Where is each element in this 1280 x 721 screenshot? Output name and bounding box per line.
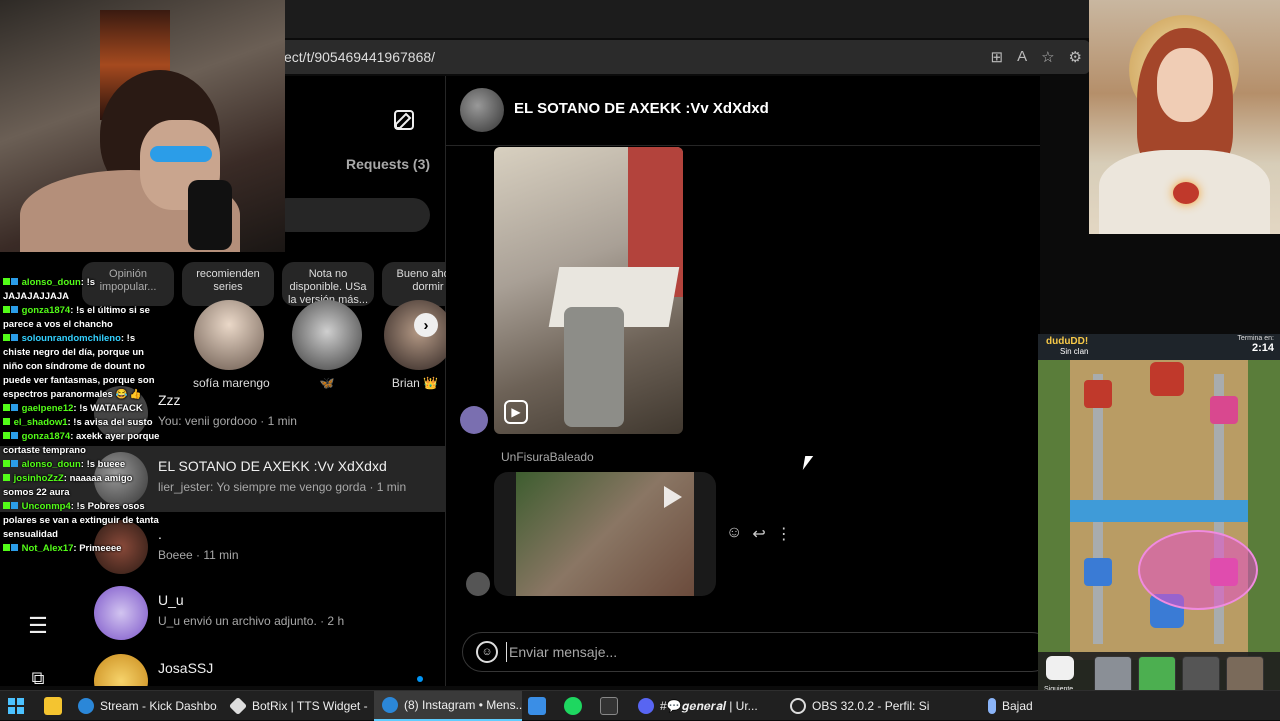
conversation-title: JosaSSJ <box>158 660 214 676</box>
address-bar-actions: ⊞ A ☆ ⚙ <box>991 48 1083 66</box>
avatar <box>94 654 148 686</box>
sender-name: UnFisuraBaleado <box>501 450 594 464</box>
story-item[interactable]: 🦋 <box>291 300 363 390</box>
match-timer: 2:14 <box>1251 342 1274 354</box>
apps-grid-icon[interactable]: ⧉ <box>26 666 50 690</box>
play-icon[interactable] <box>664 486 682 508</box>
conversation-title: Zzz <box>158 392 181 408</box>
conversation-snippet: lier_jester: Yo siempre me vengo gorda ·… <box>158 480 407 494</box>
chat-title[interactable]: EL SOTANO DE AXEKK :Vv XdXdxd <box>514 100 769 117</box>
more-options-icon[interactable]: ⋮ <box>776 524 792 544</box>
enemy-tower <box>1210 396 1238 424</box>
message-actions: ☺ ↩ ⋮ <box>726 524 792 544</box>
address-bar[interactable]: ect/t/905469441967868/ ⊞ A ☆ ⚙ <box>270 40 1090 74</box>
enemy-tower <box>1084 380 1112 408</box>
reel-attachment[interactable] <box>494 147 683 434</box>
emoji-icon[interactable]: ☺ <box>476 641 498 663</box>
emote-icon[interactable] <box>1046 656 1074 680</box>
chat-message: alonso_doun: !s JAJAJAJJAJA <box>3 277 96 302</box>
taskbar-item-instagram[interactable]: (8) Instagram • Mens... <box>374 691 522 721</box>
chat-message: josinhoZzZ: naaaaa amigo somos 22 aura <box>3 473 133 498</box>
avatar <box>194 300 264 370</box>
taskbar: Stream - Kick Dashbo... BotRix | TTS Wid… <box>0 690 1280 721</box>
message-input[interactable] <box>506 642 1006 662</box>
mail-icon[interactable] <box>528 691 552 721</box>
chat-message: el_shadow1: !s avisa del susto <box>0 416 160 430</box>
webcam-overlay <box>0 0 285 252</box>
search-input[interactable] <box>270 198 430 232</box>
menu-icon[interactable]: ☰ <box>26 614 50 638</box>
story-item[interactable]: sofía marengo <box>193 300 270 390</box>
player-name: duduDD! <box>1046 336 1089 347</box>
taskbar-item-discord[interactable]: #💬𝒈𝒆𝒏𝒆𝒓𝒂𝒍 | Ur... <box>630 691 778 721</box>
discord-icon <box>638 698 654 714</box>
avatar[interactable] <box>460 406 488 434</box>
edge-icon <box>382 697 398 713</box>
taskbar-item-obs[interactable]: OBS 32.0.2 - Perfil: Sin... <box>782 691 930 721</box>
react-emoji-icon[interactable]: ☺ <box>726 524 742 544</box>
avatar[interactable] <box>466 572 490 596</box>
url-text[interactable]: ect/t/905469441967868/ <box>284 49 435 65</box>
conversation-snippet: Boeee · 11 min <box>158 548 239 562</box>
stream-chat-overlay: alonso_doun: !s JAJAJAJJAJA gonza1874: !… <box>0 252 160 592</box>
chevron-right-icon[interactable]: › <box>414 313 438 337</box>
unread-dot <box>417 676 423 682</box>
requests-link[interactable]: Requests (3) <box>346 156 430 172</box>
taskbar-item-kick[interactable]: Stream - Kick Dashbo... <box>70 691 218 721</box>
chat-message: Unconmp4: !s Pobres osos polares se van … <box>3 501 159 540</box>
conversation-snippet: You: venii gordooo · 1 min <box>158 414 297 428</box>
chat-message: solounrandomchileno: !s chiste negro del… <box>3 333 155 400</box>
clan-label: Sin clan <box>1060 347 1089 356</box>
chat-message: Not_Alex17: Primeeee <box>0 542 160 556</box>
obs-icon <box>790 698 806 714</box>
chat-message: gonza1874: axekk ayer porque cortaste te… <box>3 431 160 456</box>
spotify-icon[interactable] <box>564 691 588 721</box>
conversation-snippet: U_u envió un archivo adjunto. · 2 h <box>158 614 345 628</box>
thermometer-icon <box>988 698 996 714</box>
story-item[interactable]: Brian 👑 <box>384 300 446 390</box>
conversation-title: EL SOTANO DE AXEKK :Vv XdXdxd <box>158 458 387 474</box>
compose-icon[interactable] <box>392 108 416 132</box>
enemy-king-tower <box>1150 362 1184 396</box>
apps-icon[interactable]: ⊞ <box>991 48 1004 66</box>
botrix-icon <box>228 696 248 716</box>
windows-logo-icon <box>8 698 24 714</box>
avatar <box>384 300 446 370</box>
avatar <box>94 586 148 640</box>
game-overlay: duduDD! Sin clan Termina en: 2:14 Siguie… <box>1038 334 1280 720</box>
edge-icon <box>78 698 94 714</box>
start-button[interactable] <box>8 691 32 721</box>
read-aloud-icon[interactable]: A <box>1017 48 1027 66</box>
conversation-item[interactable]: JosaSSJ <box>0 648 446 686</box>
weather-widget[interactable]: Bajad <box>980 691 1034 721</box>
chat-message: gaelpene12: !s WATAFACK <box>0 402 160 416</box>
avatar <box>292 300 362 370</box>
reel-icon: ▶ <box>504 400 528 424</box>
portrait-overlay <box>1089 0 1280 234</box>
chat-message: alonso_doun: !s bueee <box>0 458 160 472</box>
player-tower <box>1084 558 1112 586</box>
chat-message: gonza1874: !s el último si se parece a v… <box>3 305 150 330</box>
extensions-icon[interactable]: ⚙ <box>1069 48 1082 66</box>
taskbar-item-botrix[interactable]: BotRix | TTS Widget - ... <box>222 691 370 721</box>
video-attachment[interactable] <box>494 472 716 596</box>
file-explorer-icon[interactable] <box>44 691 66 721</box>
reply-icon[interactable]: ↩ <box>752 524 765 544</box>
timer-label: Termina en: <box>1237 335 1274 342</box>
avatar[interactable] <box>460 88 504 132</box>
conversation-title: U_u <box>158 592 184 608</box>
terminal-icon[interactable] <box>600 691 624 721</box>
favorite-star-icon[interactable]: ☆ <box>1041 48 1054 66</box>
